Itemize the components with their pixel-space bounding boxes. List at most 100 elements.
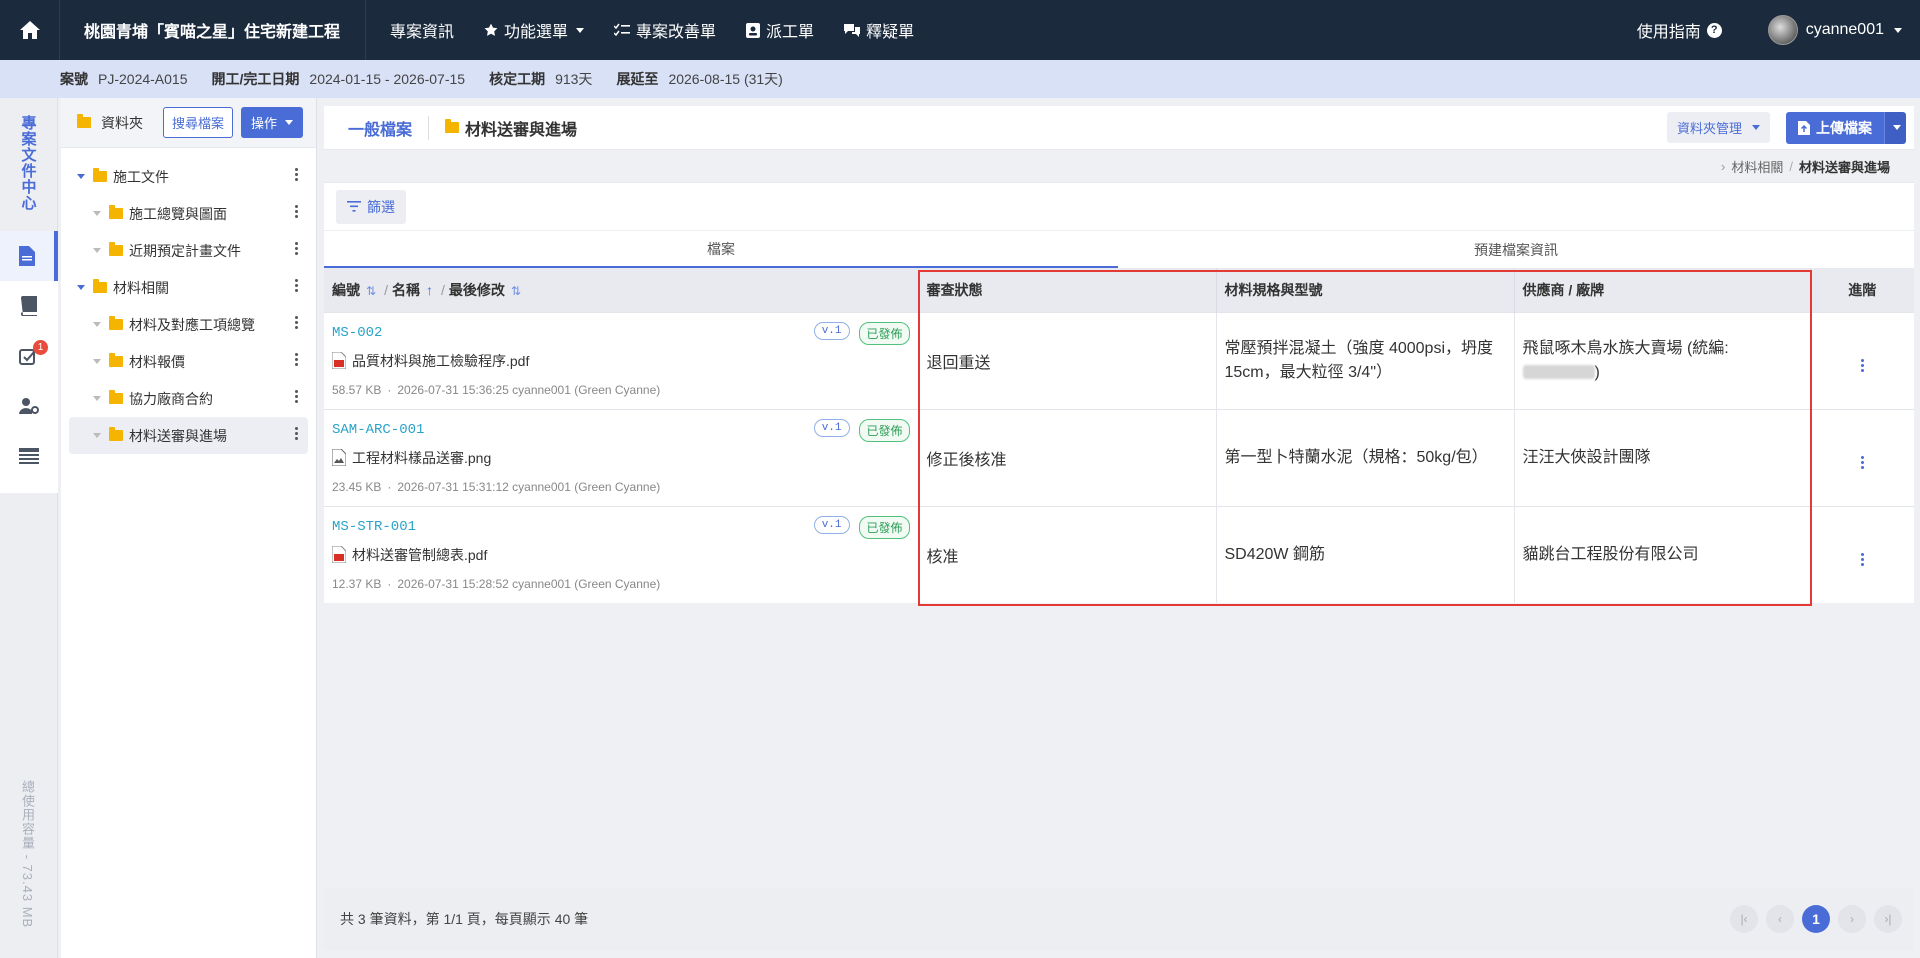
extend-label: 展延至 xyxy=(616,71,659,87)
more-options-icon[interactable] xyxy=(295,168,298,181)
header-modified[interactable]: 最後修改 xyxy=(449,282,505,298)
more-options-icon[interactable] xyxy=(295,242,298,255)
nav-improvement[interactable]: 專案改善單 xyxy=(614,18,716,42)
folder-manage-button[interactable]: 資料夾管理 xyxy=(1666,112,1770,143)
crumb-general-files[interactable]: 一般檔案 xyxy=(348,115,430,140)
table-row[interactable]: MS-STR-001 v.1 已發佈 材料送審管制總表.pdf 12.37 KB · 202… xyxy=(324,505,1914,603)
folder-tree-item[interactable]: 近期預定計畫文件 xyxy=(69,232,308,269)
file-modified: 2026-07-31 15:31:12 xyxy=(397,479,509,494)
chevron-down-icon[interactable] xyxy=(93,433,101,438)
table-row[interactable]: MS-002 v.1 已發佈 品質材料與施工檢驗程序.pdf 58.57 KB · 2026… xyxy=(324,311,1914,409)
start-end-dates: 開工/完工日期 2024-01-15 - 2026-07-15 xyxy=(212,69,466,89)
folder-tree-item[interactable]: 施工文件 xyxy=(69,158,308,195)
sort-both-icon[interactable]: ⇅ xyxy=(511,284,521,298)
files-table: 編號 ⇅ / 名稱 ↑ / 最後修改 ⇅ 審查狀態 材料規格與型號 供應商 / 廠牌 進階 M… xyxy=(324,268,1914,603)
nav-function-menu[interactable]: 功能選單 xyxy=(484,18,585,42)
version-badge[interactable]: v.1 xyxy=(813,321,850,340)
file-code[interactable]: MS-002 xyxy=(332,325,382,341)
home-button[interactable] xyxy=(0,0,60,60)
tab-bar: 檔案 預建檔案資訊 xyxy=(324,230,1914,268)
more-options-icon[interactable] xyxy=(295,205,298,218)
more-options-icon[interactable] xyxy=(1860,456,1864,469)
file-name-link[interactable]: 品質材料與施工檢驗程序.pdf xyxy=(332,351,529,371)
folder-tree-item[interactable]: 施工總覽與圖面 xyxy=(69,195,308,232)
chevron-down-icon[interactable] xyxy=(77,174,85,179)
more-options-icon[interactable] xyxy=(1860,359,1864,372)
period-label: 核定工期 xyxy=(489,71,546,87)
sort-both-icon[interactable]: ⇅ xyxy=(366,284,376,298)
sub-crumb-parent[interactable]: 材料相關 xyxy=(1731,157,1783,176)
folder-tree-item[interactable]: 材料報價 xyxy=(69,343,308,380)
more-options-icon[interactable] xyxy=(295,279,298,292)
main-content: 一般檔案 材料送審與進場 資料夾管理 上傳檔案 › 材料相關 / 材料送審與進場… xyxy=(324,106,1914,952)
user-guide-link[interactable]: 使用指南 ? xyxy=(1637,18,1722,42)
rail-book[interactable] xyxy=(0,281,58,331)
header-code[interactable]: 編號 xyxy=(332,282,360,298)
version-badge[interactable]: v.1 xyxy=(813,418,850,437)
file-name: 材料送審管制總表.pdf xyxy=(352,546,488,563)
rail-user-settings[interactable] xyxy=(0,381,58,431)
crumb-current-label: 材料送審與進場 xyxy=(465,121,578,139)
meta-separator: · xyxy=(387,479,392,494)
user-gear-icon xyxy=(19,398,39,414)
more-options-icon[interactable] xyxy=(1860,553,1864,567)
rail-table[interactable] xyxy=(0,431,58,481)
folder-tree-item[interactable]: 材料相關 xyxy=(69,269,308,306)
folder-icon xyxy=(109,353,123,367)
chevron-down-icon xyxy=(1752,125,1760,130)
nav-project-info[interactable]: 專案資訊 xyxy=(390,18,454,42)
nav-clarification[interactable]: 釋疑單 xyxy=(844,18,914,42)
folder-icon xyxy=(109,242,123,256)
file-name-link[interactable]: 工程材料樣品送審.png xyxy=(332,448,491,468)
supplier-cell: 汪汪大俠設計團隊 xyxy=(1514,408,1811,506)
first-page-icon[interactable]: |‹ xyxy=(1730,905,1758,933)
upload-dropdown-toggle[interactable] xyxy=(1884,111,1906,144)
chevron-down-icon[interactable] xyxy=(93,248,101,253)
supplier-name: 飛鼠啄木鳥水族大賣場 (統編: xyxy=(1522,339,1729,357)
nav-dispatch[interactable]: 派工單 xyxy=(746,18,814,42)
table-row[interactable]: SAM-ARC-001 v.1 已發佈 工程材料樣品送審.png 23.45 KB · 20… xyxy=(324,408,1914,506)
filter-button[interactable]: 篩選 xyxy=(336,189,406,224)
upload-label: 上傳檔案 xyxy=(1816,119,1872,136)
more-options-icon[interactable] xyxy=(295,427,298,440)
folder-tree-item[interactable]: 材料及對應工項總覽 xyxy=(69,306,308,343)
file-code[interactable]: SAM-ARC-001 xyxy=(332,422,424,438)
user-menu[interactable]: cyanne001 xyxy=(1767,15,1902,45)
chevron-down-icon[interactable] xyxy=(93,359,101,364)
file-name-link[interactable]: 材料送審管制總表.pdf xyxy=(332,545,487,565)
chevron-down-icon[interactable] xyxy=(93,396,101,401)
file-name: 品質材料與施工檢驗程序.pdf xyxy=(352,352,530,369)
notification-badge: 1 xyxy=(33,340,48,355)
more-options-icon[interactable] xyxy=(295,316,298,329)
chevron-down-icon[interactable] xyxy=(77,285,85,290)
file-cell: MS-002 v.1 已發佈 品質材料與施工檢驗程序.pdf 58.57 KB · 2026… xyxy=(324,311,919,409)
folder-tree-item[interactable]: 材料送審與進場 xyxy=(69,417,308,454)
rail-notifications[interactable]: 1 xyxy=(0,331,58,381)
search-files-button[interactable]: 搜尋檔案 xyxy=(163,107,234,138)
nav-improvement-label: 專案改善單 xyxy=(636,24,717,41)
nav-project-info-label: 專案資訊 xyxy=(390,24,455,41)
chevron-down-icon[interactable] xyxy=(93,322,101,327)
next-page-icon[interactable]: › xyxy=(1838,905,1866,933)
last-page-icon[interactable]: ›| xyxy=(1874,905,1902,933)
sort-up-icon[interactable]: ↑ xyxy=(426,282,433,298)
tab-prebuilt-info[interactable]: 預建檔案資訊 xyxy=(1118,231,1914,268)
file-code[interactable]: MS-STR-001 xyxy=(332,519,416,535)
version-badge[interactable]: v.1 xyxy=(813,515,850,534)
prev-page-icon[interactable]: ‹ xyxy=(1766,905,1794,933)
more-options-icon[interactable] xyxy=(295,390,298,403)
header-actions: 資料夾管理 上傳檔案 xyxy=(1666,111,1914,144)
chevron-right-icon: › xyxy=(1721,158,1726,174)
folder-panel-header: 資料夾 搜尋檔案 操作 xyxy=(61,98,316,148)
rail-documents[interactable] xyxy=(0,231,58,281)
more-options-icon[interactable] xyxy=(295,353,298,366)
actions-button[interactable]: 操作 xyxy=(241,107,304,138)
chevron-down-icon[interactable] xyxy=(93,211,101,216)
header-name[interactable]: 名稱 xyxy=(392,282,420,298)
tab-files[interactable]: 檔案 xyxy=(324,231,1118,268)
sub-crumb-separator: / xyxy=(1789,158,1793,174)
file-size: 23.45 KB xyxy=(332,479,382,494)
upload-button[interactable]: 上傳檔案 xyxy=(1786,111,1884,144)
folder-tree-item[interactable]: 協力廠商合約 xyxy=(69,380,308,417)
current-page[interactable]: 1 xyxy=(1802,905,1830,933)
